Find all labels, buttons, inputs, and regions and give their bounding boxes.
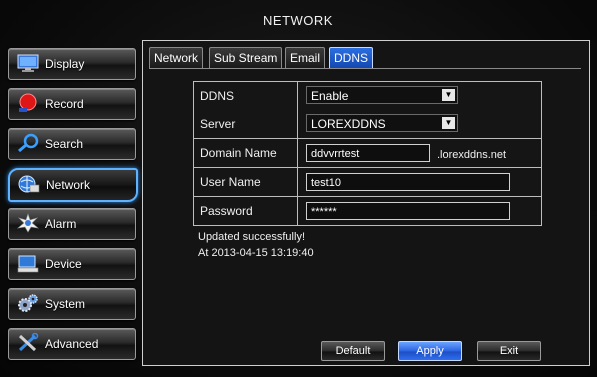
dvr-screen: NETWORK Display Record Search Network Al… [0,0,597,377]
sidebar-item-advanced[interactable]: Advanced [8,328,136,360]
server-select-value: LOREXDDNS [311,117,386,131]
sidebar-item-display[interactable]: Display [8,48,136,80]
exit-button[interactable]: Exit [477,341,541,361]
sidebar-item-label: Record [45,97,84,111]
sidebar-item-search[interactable]: Search [8,128,136,160]
tab-divider [149,68,581,69]
apply-button[interactable]: Apply [398,341,462,361]
chevron-down-icon[interactable]: ▼ [442,89,455,101]
ddns-select[interactable]: Enable ▼ [306,86,458,104]
network-icon [18,174,40,194]
device-icon [17,253,39,273]
password-label: Password [194,197,298,225]
domain-row: Domain Name ddvvrrtest .lorexddns.net [193,139,542,168]
sidebar-item-label: Network [46,178,91,192]
network-panel: Network Sub Stream Email DDNS DDNS Enabl… [142,40,590,366]
password-row: Password ****** [193,197,542,226]
sidebar-item-device[interactable]: Device [8,248,136,280]
sidebar-item-system[interactable]: System [8,288,136,320]
domain-label: Domain Name [194,139,298,167]
sidebar-item-label: Device [45,257,82,271]
password-field[interactable]: ****** [306,202,510,220]
ddns-select-value: Enable [311,89,349,103]
magnifier-icon [17,133,39,153]
server-label: Server [194,110,298,138]
server-row: Server LOREXDDNS ▼ [193,110,542,139]
sidebar-item-label: Advanced [45,337,99,351]
user-label: User Name [194,168,298,196]
sidebar-item-label: Display [45,57,85,71]
tools-icon [17,332,39,353]
domain-name-field[interactable]: ddvvrrtest [306,144,430,162]
monitor-icon [17,53,39,73]
sidebar-item-network[interactable]: Network [8,168,138,202]
domain-suffix: .lorexddns.net [437,149,507,161]
alarm-icon [16,213,40,233]
chevron-down-icon[interactable]: ▼ [442,117,455,129]
window-title: NETWORK [263,13,333,28]
default-button[interactable]: Default [321,341,385,361]
sidebar: Display Record Search Network Alarm Devi… [8,40,138,364]
user-name-field[interactable]: test10 [306,173,510,191]
ddns-row: DDNS Enable ▼ [193,81,542,111]
status-message: Updated successfully! [198,231,305,243]
sidebar-item-record[interactable]: Record [8,88,136,120]
user-row: User Name test10 [193,168,542,197]
status-timestamp: At 2013-04-15 13:19:40 [198,247,314,259]
sidebar-item-alarm[interactable]: Alarm [8,208,136,240]
record-icon [17,93,39,113]
sidebar-item-label: Search [45,137,84,151]
tab-network[interactable]: Network [149,47,204,68]
tab-sub-stream[interactable]: Sub Stream [209,47,283,68]
sidebar-item-label: Alarm [45,217,77,231]
sidebar-item-label: System [45,297,86,311]
tab-email[interactable]: Email [285,47,326,68]
gears-icon [17,293,39,313]
tab-ddns[interactable]: DDNS [329,47,374,68]
ddns-label: DDNS [194,82,298,110]
server-select[interactable]: LOREXDDNS ▼ [306,114,458,132]
